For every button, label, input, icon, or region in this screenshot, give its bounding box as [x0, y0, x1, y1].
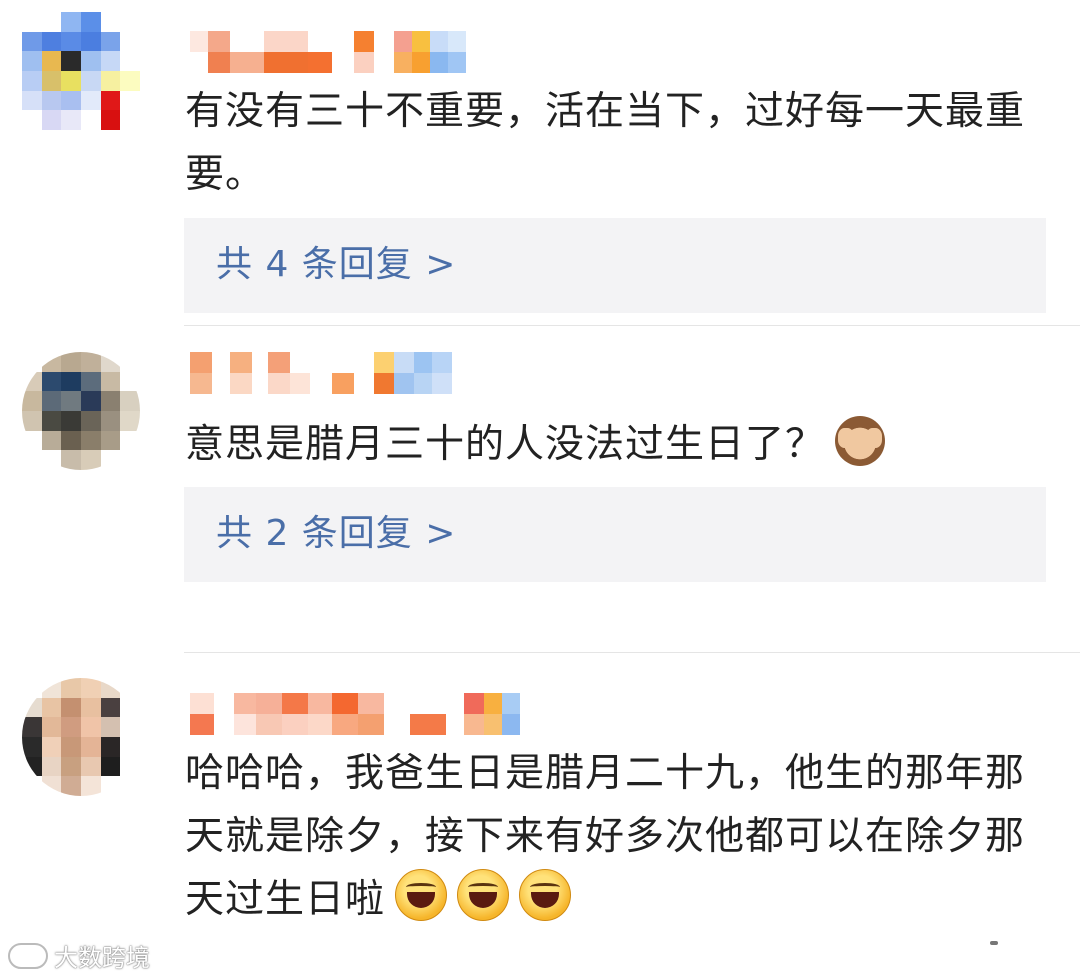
laughing-face-icon	[457, 869, 510, 921]
watermark-logo-icon	[8, 942, 48, 969]
comment-text: 有没有三十不重要，活在当下，过好每一天最重要。	[185, 89, 1026, 197]
avatar[interactable]	[22, 678, 140, 796]
divider	[184, 652, 1080, 653]
watermark-text: 大数跨境	[54, 944, 150, 972]
view-replies-link[interactable]: 共 2 条回复 >	[216, 511, 456, 557]
reply-summary-box[interactable]: 共 4 条回复 >	[184, 218, 1046, 313]
laughing-face-icon	[395, 869, 448, 921]
username-pixelated[interactable]	[190, 31, 466, 73]
watermark: 大数跨境	[8, 938, 150, 973]
divider	[184, 325, 1080, 326]
see-no-evil-monkey-icon	[835, 416, 886, 466]
username-pixelated[interactable]	[190, 693, 520, 735]
avatar[interactable]	[22, 12, 140, 130]
scroll-indicator	[990, 941, 998, 945]
laughing-face-icon	[519, 869, 572, 921]
comment-text: 哈哈哈，我爸生日是腊月二十九，他生的那年那天就是除夕，接下来有好多次他都可以在除…	[185, 742, 1055, 931]
comment-text-content: 意思是腊月三十的人没法过生日了？	[185, 422, 826, 467]
username-pixelated[interactable]	[190, 352, 452, 394]
view-replies-link[interactable]: 共 4 条回复 >	[216, 242, 456, 288]
avatar[interactable]	[22, 352, 140, 470]
reply-summary-box[interactable]: 共 2 条回复 >	[184, 487, 1046, 582]
comment-text-content: 哈哈哈，我爸生日是腊月二十九，他生的那年那天就是除夕，接下来有好多次他都可以在除…	[185, 751, 1026, 922]
comment-text: 意思是腊月三十的人没法过生日了？	[185, 413, 1055, 476]
